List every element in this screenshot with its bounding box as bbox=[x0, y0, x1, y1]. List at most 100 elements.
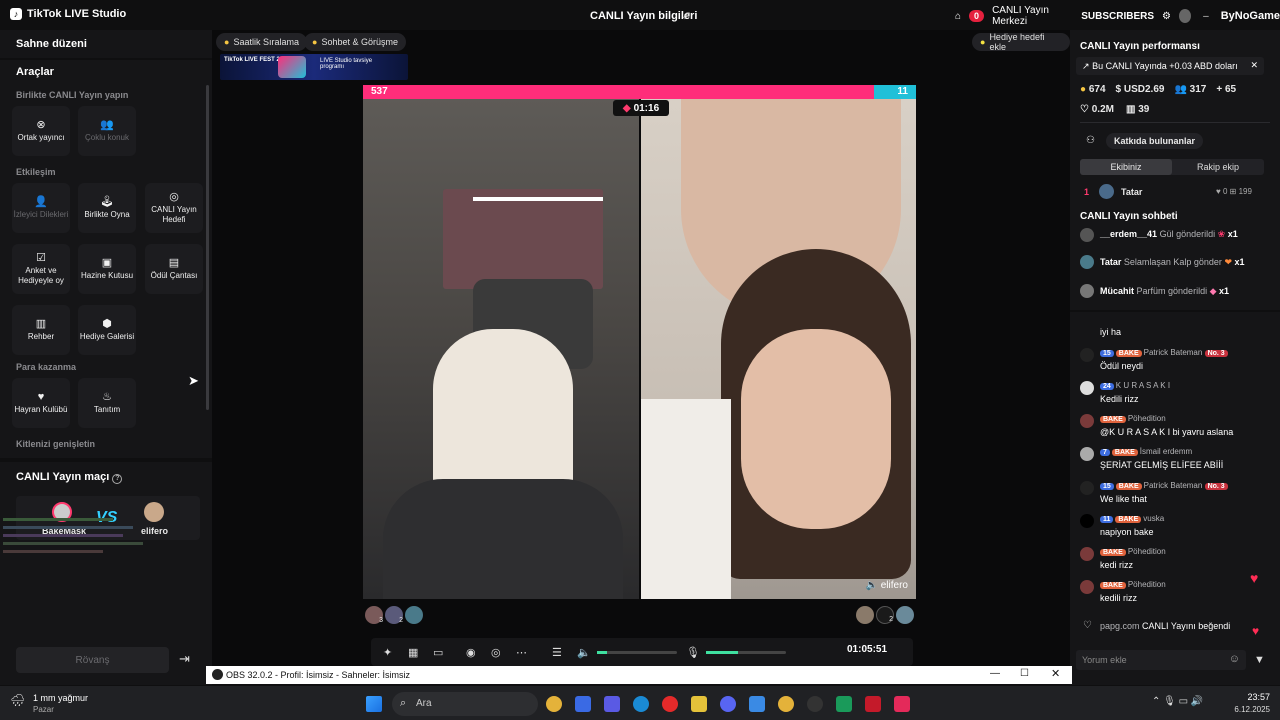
obs-minimize[interactable]: — bbox=[990, 668, 1000, 679]
weather-icon[interactable]: 🌧 bbox=[10, 693, 25, 707]
mic-icon[interactable]: 🎙 bbox=[686, 646, 700, 659]
avatar[interactable] bbox=[1080, 348, 1094, 362]
screen-icon[interactable]: ▭ bbox=[433, 646, 443, 659]
share-icon[interactable]: ⇗ bbox=[682, 9, 691, 22]
treasure-box-button[interactable]: ▣ Hazine Kutusu bbox=[78, 244, 136, 294]
exit-match-icon[interactable]: ⇥ bbox=[179, 651, 190, 667]
right-viewers[interactable]: 2 bbox=[856, 606, 914, 624]
chrome-icon[interactable] bbox=[546, 696, 562, 712]
guide-button[interactable]: ▥ Rehber bbox=[12, 305, 70, 355]
close-icon[interactable]: ✕ bbox=[1250, 60, 1258, 71]
weather-text[interactable]: 1 mm yağmur bbox=[33, 693, 88, 703]
capture-icon[interactable]: ◎ bbox=[491, 646, 501, 659]
app-title: ♪ TikTok LIVE Studio bbox=[10, 8, 126, 20]
usd-stat: $ USD2.69 bbox=[1115, 84, 1165, 95]
folder-icon[interactable] bbox=[691, 696, 707, 712]
mic-slider[interactable] bbox=[706, 651, 786, 654]
contributors-button[interactable]: Katkıda bulunanlar bbox=[1106, 133, 1204, 149]
teams-icon[interactable] bbox=[604, 696, 620, 712]
more-icon[interactable]: ⋯ bbox=[516, 646, 527, 659]
stream-controls: ✦ ▦ ▭ ◉ ◎ ⋯ ☰ 🔈 🎙 01:05:51 bbox=[371, 638, 913, 666]
left-viewers[interactable]: 3 2 bbox=[365, 606, 423, 624]
viewer-avatar[interactable]: 2 bbox=[876, 606, 894, 624]
avatar[interactable] bbox=[1080, 580, 1094, 594]
clock-time[interactable]: 23:57 bbox=[1232, 692, 1270, 702]
viewer-wishes-button[interactable]: 👤 İzleyici Dilekleri bbox=[12, 183, 70, 233]
app-icon[interactable] bbox=[836, 696, 852, 712]
record-icon[interactable]: ◉ bbox=[466, 646, 476, 659]
obs-title: OBS 32.0.2 - Profil: İsimsiz - Sahneler:… bbox=[226, 670, 411, 680]
magic-wand-icon[interactable]: ✦ bbox=[383, 646, 392, 659]
speaker-icon[interactable]: 🔈 bbox=[866, 580, 878, 591]
notification-badge[interactable]: 0 bbox=[969, 10, 985, 22]
tiktok-taskbar-icon[interactable] bbox=[894, 696, 910, 712]
live-goal-label: CANLI Yayın Hedefi bbox=[151, 204, 197, 224]
scene-layout-title[interactable]: Sahne düzeni bbox=[16, 38, 87, 50]
emoji-icon[interactable]: ☺ bbox=[1229, 653, 1240, 665]
tab-your-team[interactable]: Ekibiniz bbox=[1080, 159, 1172, 175]
viewer-avatar[interactable] bbox=[405, 606, 423, 624]
top-avatar[interactable] bbox=[1099, 184, 1114, 199]
left-scrollbar[interactable] bbox=[206, 85, 209, 410]
avatar[interactable] bbox=[1080, 414, 1094, 428]
hourly-ranking-pill[interactable]: ● Saatlik Sıralama bbox=[216, 33, 307, 51]
viewer-avatar[interactable] bbox=[896, 606, 914, 624]
layout-icon[interactable]: ▦ bbox=[408, 646, 418, 659]
avatar[interactable] bbox=[1080, 228, 1094, 242]
adjust-icon[interactable]: ☰ bbox=[552, 646, 562, 659]
avatar[interactable] bbox=[1080, 481, 1094, 495]
mail-icon[interactable] bbox=[749, 696, 765, 712]
viewer-avatar[interactable]: 3 bbox=[365, 606, 383, 624]
stage-divider bbox=[639, 99, 641, 599]
audience-title: Kitlenizi genişletin bbox=[16, 439, 96, 449]
obs-window-bar[interactable]: OBS 32.0.2 - Profil: İsimsiz - Sahneler:… bbox=[206, 666, 1072, 684]
obs-maximize[interactable]: ☐ bbox=[1020, 668, 1029, 679]
discord-icon[interactable] bbox=[720, 696, 736, 712]
gift-gallery-button[interactable]: ⬢ Hediye Galerisi bbox=[78, 305, 136, 355]
avatar[interactable] bbox=[1080, 547, 1094, 561]
settings-icon[interactable]: ⚙ bbox=[1162, 11, 1171, 22]
promote-button[interactable]: ♨ Tanıtım bbox=[78, 378, 136, 428]
home-icon[interactable]: ⌂ bbox=[955, 11, 961, 22]
viewer-avatar[interactable]: 2 bbox=[385, 606, 403, 624]
chrome-icon[interactable] bbox=[778, 696, 794, 712]
windows-start-icon[interactable] bbox=[366, 696, 382, 712]
heart-icon: ♥ bbox=[37, 390, 45, 403]
help-icon[interactable]: ? bbox=[112, 474, 123, 484]
filter-icon[interactable]: ▼ bbox=[1254, 654, 1265, 666]
avatar[interactable] bbox=[1080, 447, 1094, 461]
play-together-button[interactable]: 🕹 Birlikte Oyna bbox=[78, 183, 136, 233]
obs-close[interactable]: ✕ bbox=[1051, 667, 1060, 680]
reward-bag-button[interactable]: ▤ Ödül Çantası bbox=[145, 244, 203, 294]
live-goal-button[interactable]: ◎ CANLI Yayın Hedefi bbox=[145, 183, 203, 233]
poll-button[interactable]: ☑ Anket ve Hediyeyle oy bbox=[12, 244, 70, 294]
minimize-button[interactable]: – bbox=[1199, 11, 1213, 22]
tiktok-logo-icon: ♪ bbox=[10, 8, 22, 20]
edge-icon[interactable] bbox=[633, 696, 649, 712]
tray-icons[interactable]: ⌃ 🎙 ▭ 🔊 bbox=[1152, 696, 1203, 707]
add-gift-goal-pill[interactable]: ● Hediye hedefi ekle bbox=[972, 32, 1070, 52]
avatar[interactable] bbox=[1080, 255, 1094, 269]
fan-club-button[interactable]: ♥ Hayran Kulübü bbox=[12, 378, 70, 428]
tab-rival-team[interactable]: Rakip ekip bbox=[1172, 159, 1264, 175]
live-fest-banner[interactable]: TikTok LIVE FEST 25 LIVE Studio tavsiye … bbox=[220, 54, 408, 80]
volume-slider[interactable] bbox=[597, 651, 677, 654]
taskbar-search[interactable]: ⌕ Ara bbox=[392, 692, 538, 716]
co-host-button[interactable]: ⊗ Ortak yayıncı bbox=[12, 106, 70, 156]
comment-input[interactable]: Yorum ekle ☺ bbox=[1076, 650, 1246, 670]
avatar[interactable] bbox=[1178, 9, 1191, 23]
rematch-button[interactable]: Rövanş bbox=[16, 647, 169, 673]
subscribers-label: SUBSCRIBERS bbox=[1081, 10, 1155, 22]
multi-guest-button[interactable]: 👥 Çoklu konuk bbox=[78, 106, 136, 156]
explorer-icon[interactable] bbox=[575, 696, 591, 712]
volume-icon[interactable]: 🔈 bbox=[577, 646, 591, 659]
chat-call-pill[interactable]: ● Sohbet & Görüşme bbox=[304, 33, 406, 51]
avatar[interactable] bbox=[1080, 284, 1094, 298]
viewer-avatar[interactable] bbox=[856, 606, 874, 624]
live-center-link[interactable]: CANLI Yayın Merkezi bbox=[992, 5, 1073, 27]
avatar[interactable] bbox=[1080, 381, 1094, 395]
avatar[interactable] bbox=[1080, 514, 1094, 528]
obs-taskbar-icon[interactable] bbox=[807, 696, 823, 712]
youtube-icon[interactable] bbox=[865, 696, 881, 712]
opera-icon[interactable] bbox=[662, 696, 678, 712]
